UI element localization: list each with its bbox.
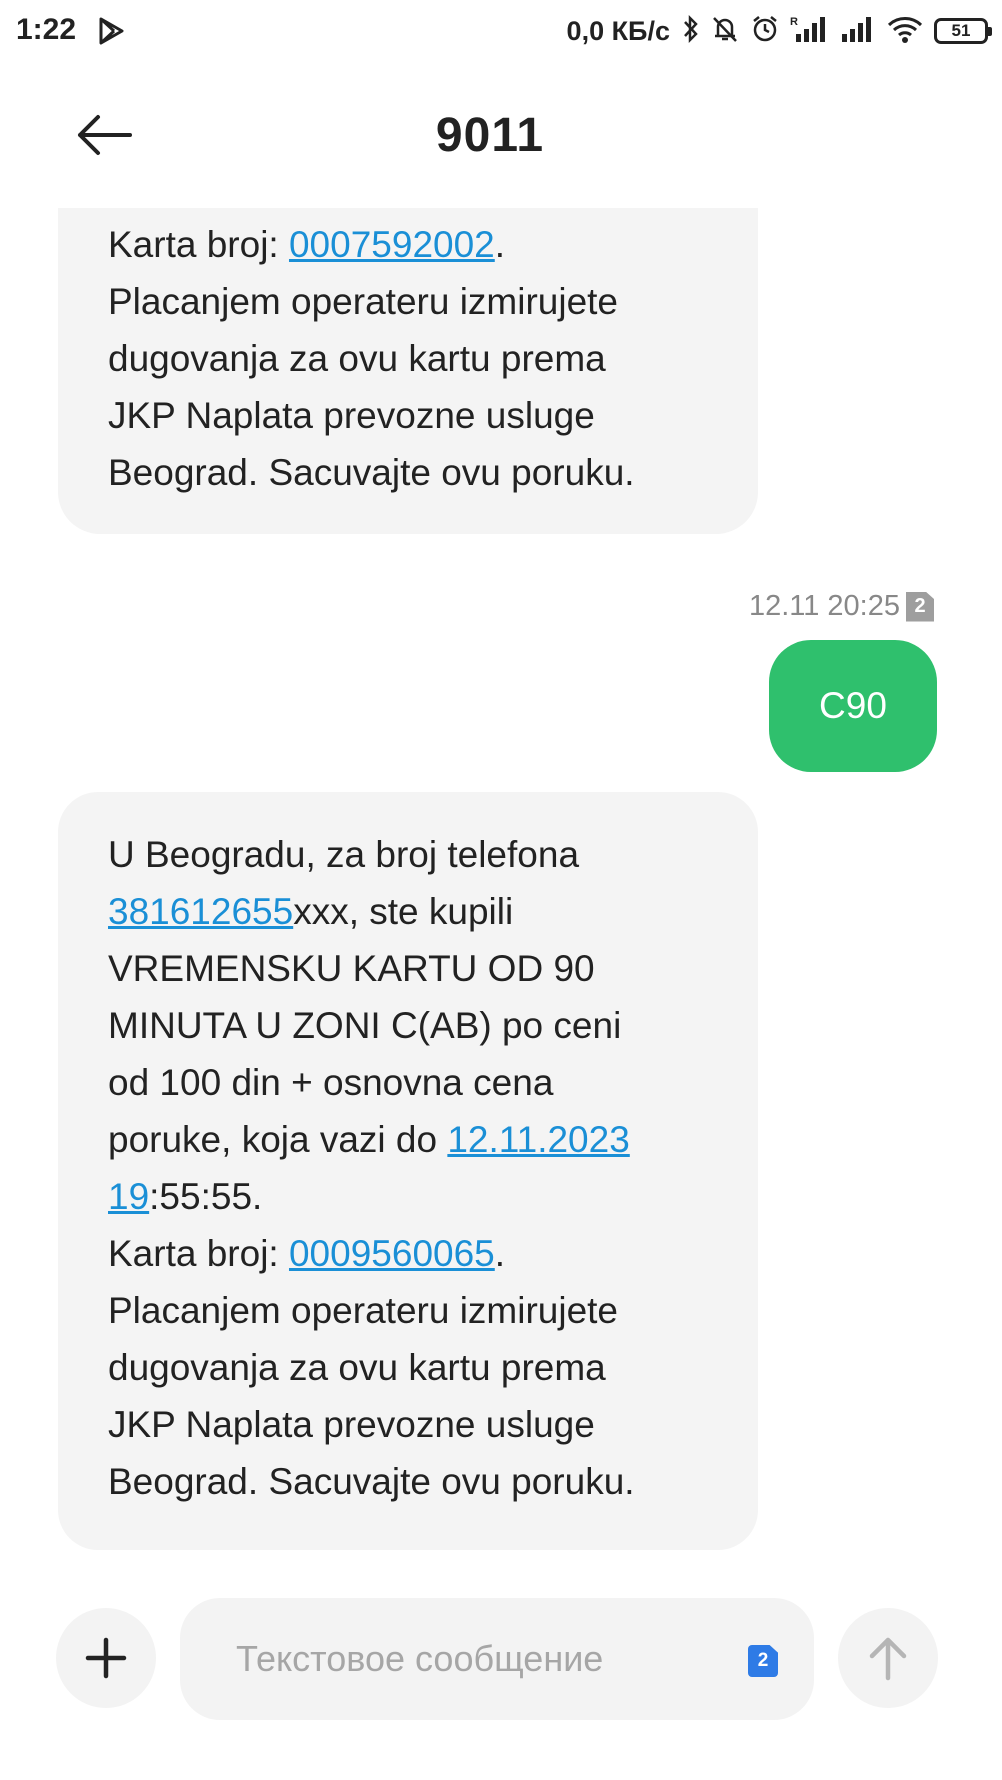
sim-selector-icon[interactable]: 2 <box>748 1645 778 1677</box>
alarm-off-icon <box>710 14 740 49</box>
conversation-header: 9011 <box>0 90 1002 180</box>
signal-roaming-icon: R <box>790 14 830 49</box>
message-line: 19:55:55. <box>108 1176 263 1217</box>
message-line: Placanjem operateru izmirujete <box>108 281 619 322</box>
message-line: U Beogradu, za broj telefona <box>108 834 580 875</box>
received-message[interactable]: U Beogradu, za broj telefona 381612655xx… <box>58 792 758 1550</box>
send-arrow-up-icon <box>869 1637 907 1681</box>
message-line: Karta broj: 0007592002. <box>108 224 506 265</box>
message-timestamp: 12.11 20:25 2 <box>749 590 934 623</box>
message-line: VREMENSKU KARTU OD 90 <box>108 948 595 989</box>
message-line: dugovanja za ovu kartu prema <box>108 338 606 379</box>
message-line: Beograd. Sacuvajte ovu poruku. <box>108 452 635 493</box>
status-bar: 1:22 0,0 КБ/с R 51 <box>0 0 1002 62</box>
message-line: dugovanja za ovu kartu prema <box>108 1347 606 1388</box>
add-attachment-button[interactable] <box>56 1608 156 1708</box>
signal-icon <box>840 14 876 49</box>
message-line: MINUTA U ZONI C(AB) po ceni <box>108 1005 622 1046</box>
message-line: Karta broj: 0009560065. <box>108 1233 506 1274</box>
phone-number-link[interactable]: 381612655 <box>108 891 293 932</box>
sent-message-text: C90 <box>819 685 887 726</box>
svg-text:R: R <box>790 16 798 28</box>
card-number-link[interactable]: 0007592002 <box>289 224 495 265</box>
bluetooth-icon <box>682 14 700 49</box>
battery-icon: 51 <box>934 18 992 44</box>
message-line: poruke, koja vazi do 12.11.2023 <box>108 1119 630 1160</box>
message-line: JKP Naplata prevozne usluge <box>108 395 595 436</box>
date-link[interactable]: 19 <box>108 1176 149 1217</box>
received-message[interactable]: Karta broj: 0007592002. Placanjem operat… <box>58 208 758 534</box>
message-line: Beograd. Sacuvajte ovu poruku. <box>108 1461 635 1502</box>
status-time: 1:22 <box>16 13 77 46</box>
compose-field[interactable]: 2 <box>180 1598 814 1720</box>
play-store-icon <box>98 16 126 51</box>
message-line: 381612655xxx, ste kupili <box>108 891 514 932</box>
send-button[interactable] <box>838 1608 938 1708</box>
message-line: Placanjem operateru izmirujete <box>108 1290 619 1331</box>
sent-message[interactable]: C90 <box>769 640 937 772</box>
sim-card-icon: 2 <box>906 591 934 622</box>
date-link[interactable]: 12.11.2023 <box>447 1119 629 1160</box>
card-number-link[interactable]: 0009560065 <box>289 1233 495 1274</box>
message-line: JKP Naplata prevozne usluge <box>108 1404 595 1445</box>
conversation-title: 9011 <box>435 109 545 162</box>
network-speed: 0,0 КБ/с <box>566 15 670 46</box>
plus-icon <box>85 1637 127 1679</box>
message-input[interactable] <box>236 1638 696 1680</box>
message-line: od 100 din + osnovna cena <box>108 1062 554 1103</box>
alarm-clock-icon <box>750 14 780 49</box>
wifi-icon <box>886 14 924 49</box>
status-icons: 0,0 КБ/с R 51 <box>566 12 992 50</box>
